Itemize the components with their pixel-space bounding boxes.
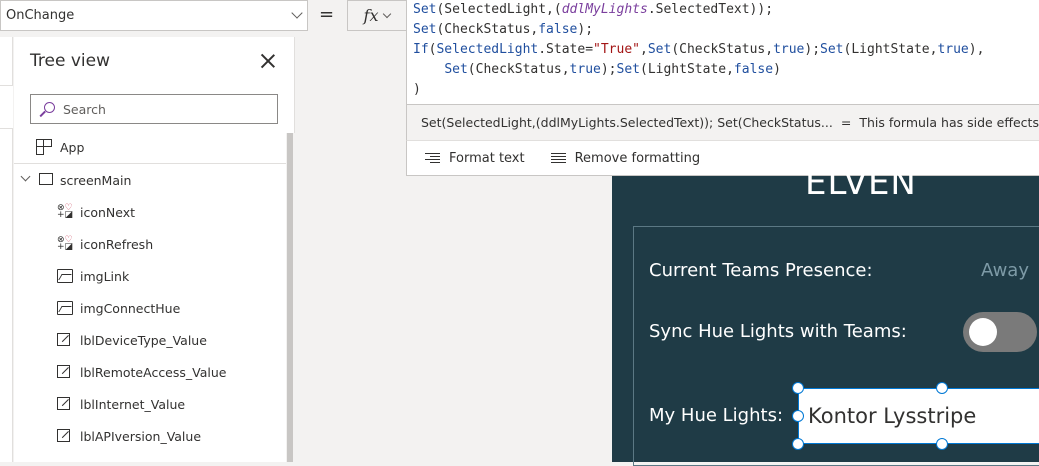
- image-icon: [57, 269, 73, 283]
- image-icon: [57, 301, 73, 315]
- label-icon: [57, 365, 70, 378]
- fx-button[interactable]: fx: [347, 0, 407, 31]
- tree-item-label: imgConnectHue: [80, 300, 181, 316]
- search-input[interactable]: Search: [30, 94, 278, 124]
- tree-item-control[interactable]: imgConnectHue: [14, 292, 286, 324]
- tree-item-label: lblAPIversion_Value: [80, 428, 202, 444]
- shapes-icon: ⊗♡ +◪: [57, 235, 74, 252]
- tree-item-control[interactable]: lblAPIversion_Value: [14, 420, 286, 452]
- formula-editor[interactable]: Set(SelectedLight,(ddlMyLights.SelectedT…: [406, 0, 1039, 105]
- left-rail-selected: [0, 85, 13, 129]
- formula-line-1: Set(SelectedLight,(ddlMyLights.SelectedT…: [413, 2, 774, 17]
- formula-line-5: ): [413, 82, 421, 97]
- result-equals: =: [840, 115, 852, 130]
- tree-scrollbar-thumb[interactable]: [287, 133, 293, 462]
- tree-item-label: lblRemoteAccess_Value: [80, 364, 227, 380]
- presence-value: Away: [981, 260, 1029, 281]
- app-icon: [36, 139, 52, 155]
- resize-handle[interactable]: [792, 382, 804, 394]
- formula-line-3: If(SelectedLight.State="True",Set(CheckS…: [413, 42, 985, 57]
- tree-item-label: iconNext: [80, 204, 136, 220]
- tree-item-label: imgLink: [80, 268, 130, 284]
- result-expression: Set(SelectedLight,(ddlMyLights.SelectedT…: [421, 115, 833, 130]
- presence-label: Current Teams Presence:: [649, 260, 873, 281]
- equals-sign: =: [319, 4, 335, 25]
- label-icon: [57, 333, 70, 346]
- screen-icon: [39, 173, 53, 185]
- tree-item-control[interactable]: imgLink: [14, 260, 286, 292]
- fx-label: fx: [363, 6, 379, 25]
- remove-formatting-icon: [550, 152, 566, 164]
- format-text-icon: [425, 152, 440, 164]
- search-placeholder: Search: [63, 101, 106, 117]
- formula-result-bar: Set(SelectedLight,(ddlMyLights.SelectedT…: [406, 105, 1039, 141]
- resize-handle[interactable]: [936, 382, 948, 394]
- sync-label: Sync Hue Lights with Teams:: [649, 321, 907, 342]
- close-icon[interactable]: [260, 53, 276, 69]
- tree-item-control[interactable]: ⊗♡ +◪ iconNext: [14, 196, 286, 228]
- tree-item-label: iconRefresh: [80, 236, 154, 252]
- result-message: This formula has side effects and cannot…: [859, 115, 1039, 130]
- toggle-knob: [969, 318, 997, 346]
- lights-label: My Hue Lights:: [649, 405, 784, 426]
- label-icon: [57, 397, 70, 410]
- property-dropdown-value: OnChange: [6, 8, 75, 23]
- shapes-icon: ⊗♡ +◪: [57, 203, 74, 220]
- resize-handle[interactable]: [792, 410, 804, 422]
- remove-formatting-label: Remove formatting: [574, 150, 701, 166]
- tree-item-control[interactable]: lblInternet_Value: [14, 388, 286, 420]
- format-text-label: Format text: [449, 150, 525, 166]
- tree-item-label: lblDeviceType_Value: [80, 332, 207, 348]
- resize-handle[interactable]: [936, 438, 948, 450]
- format-toolbar: Format text Remove formatting: [406, 141, 1039, 176]
- remove-formatting-button[interactable]: Remove formatting: [550, 150, 701, 166]
- tree-item-screen[interactable]: screenMain: [14, 164, 286, 196]
- tree-view-panel: Tree view Search App screenMain ⊗♡ +◪ ico…: [14, 37, 295, 462]
- formula-line-2: Set(CheckStatus,false);: [413, 22, 594, 37]
- tree-item-label: App: [60, 140, 85, 155]
- tree-item-label: screenMain: [60, 172, 132, 188]
- tree-item-app[interactable]: App: [14, 132, 286, 164]
- tree-item-control[interactable]: lblRemoteAccess_Value: [14, 356, 286, 388]
- format-text-button[interactable]: Format text: [425, 151, 525, 166]
- chevron-down-icon: [291, 7, 303, 19]
- tree-item-control[interactable]: ⊗♡ +◪ iconRefresh: [14, 228, 286, 260]
- sync-toggle[interactable]: [963, 312, 1037, 352]
- resize-handle[interactable]: [792, 438, 804, 450]
- property-dropdown[interactable]: OnChange: [0, 0, 308, 31]
- search-icon: [39, 101, 55, 117]
- tree-item-control[interactable]: lblDeviceType_Value: [14, 324, 286, 356]
- left-rail: [0, 37, 13, 462]
- formula-line-4: Set(CheckStatus,true);Set(LightState,fal…: [444, 62, 781, 77]
- tree-view-title: Tree view: [30, 51, 110, 71]
- chevron-down-icon: [383, 9, 392, 19]
- lights-dropdown[interactable]: Kontor Lysstripe: [798, 388, 1039, 444]
- chevron-down-icon[interactable]: [20, 171, 31, 182]
- tree-item-label: lblInternet_Value: [80, 396, 186, 412]
- canvas-heading: ELVEN: [805, 163, 917, 203]
- label-icon: [57, 429, 70, 442]
- lights-dropdown-value: Kontor Lysstripe: [808, 404, 977, 428]
